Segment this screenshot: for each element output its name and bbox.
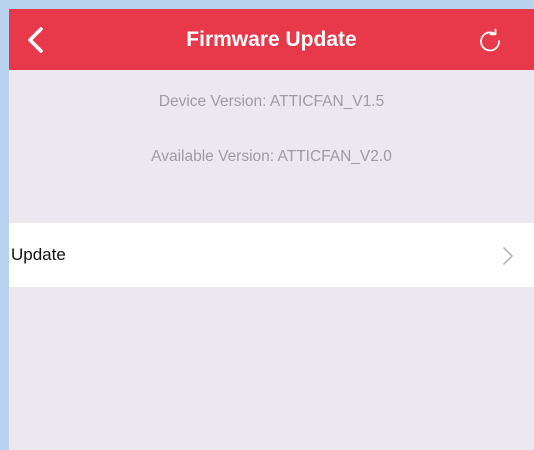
page-title: Firmware Update	[186, 28, 357, 51]
chevron-left-icon	[28, 27, 43, 53]
available-version-text: Available Version: ATTICFAN_V2.0	[151, 148, 392, 165]
device-version-text: Device Version: ATTICFAN_V1.5	[158, 93, 385, 110]
refresh-icon	[480, 28, 500, 52]
chevron-right-icon	[503, 247, 513, 265]
firmware-update-screen: Firmware Update Device Version: ATTICFAN…	[9, 9, 534, 450]
update-row[interactable]: Update	[9, 223, 534, 287]
back-button[interactable]	[17, 23, 53, 59]
refresh-button[interactable]	[475, 26, 505, 56]
update-label: Update	[11, 245, 66, 264]
navigation-bar: Firmware Update	[9, 9, 534, 70]
